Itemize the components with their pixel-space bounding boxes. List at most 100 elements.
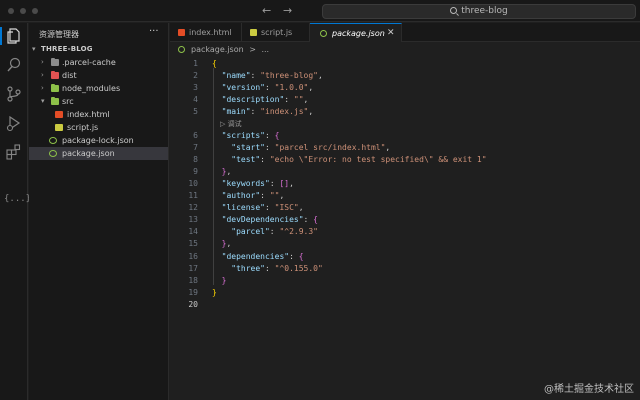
more-actions-icon[interactable]: ··· bbox=[149, 26, 159, 37]
code-token: , bbox=[317, 71, 323, 81]
code-token: } bbox=[212, 287, 217, 297]
code-token: "devDependencies" bbox=[221, 215, 304, 225]
code-line: 13 "devDependencies": { bbox=[170, 214, 640, 226]
code-token: : bbox=[265, 83, 275, 93]
code-line: 16 "dependencies": { bbox=[170, 251, 640, 263]
breadcrumb-separator: > bbox=[249, 45, 256, 54]
folder-icon bbox=[51, 84, 59, 92]
code-line: 20 bbox=[170, 299, 640, 311]
back-arrow-icon[interactable]: ← bbox=[262, 4, 271, 18]
code-token: : bbox=[265, 203, 275, 213]
close-window-dot[interactable] bbox=[8, 8, 14, 14]
code-token: : bbox=[303, 215, 314, 225]
code-token: , bbox=[226, 166, 232, 176]
forward-arrow-icon[interactable]: → bbox=[283, 4, 292, 18]
line-number: 20 bbox=[188, 299, 198, 309]
json-outline-icon[interactable]: {...} bbox=[4, 194, 31, 204]
line-number: 10 bbox=[188, 178, 198, 188]
minimize-window-dot[interactable] bbox=[20, 8, 26, 14]
code-line: 1{ bbox=[170, 58, 640, 70]
breadcrumb-file[interactable]: package.json bbox=[191, 45, 244, 54]
code-token: { bbox=[313, 215, 318, 225]
code-token: "^0.155.0" bbox=[274, 263, 323, 273]
line-number: 7 bbox=[193, 142, 198, 152]
search-view-icon[interactable] bbox=[5, 56, 23, 74]
run-debug-icon[interactable] bbox=[5, 114, 23, 132]
code-token: "parcel src/index.html" bbox=[274, 142, 386, 152]
tree-item[interactable]: ▾ src bbox=[29, 95, 168, 108]
tree-item[interactable]: › dist bbox=[29, 69, 168, 82]
code-token: , bbox=[303, 95, 309, 105]
tree-item[interactable]: script.js bbox=[29, 121, 168, 134]
code-text: "start": "parcel src/index.html", bbox=[212, 142, 390, 154]
code-token: "test" bbox=[231, 154, 261, 164]
line-number: 16 bbox=[188, 251, 198, 261]
code-token: : bbox=[269, 178, 280, 188]
line-number: 15 bbox=[188, 239, 198, 249]
tree-item[interactable]: package.json bbox=[29, 147, 168, 160]
tab-package-json[interactable]: package.json ✕ bbox=[310, 23, 402, 42]
debug-codelens[interactable]: ▷ 调试 bbox=[220, 119, 242, 129]
tree-item[interactable]: › node_modules bbox=[29, 82, 168, 95]
tab-script-js[interactable]: script.js bbox=[242, 23, 310, 42]
folder-icon bbox=[51, 97, 59, 105]
tree-root[interactable]: ▾ THREE-BLOG bbox=[29, 43, 168, 56]
code-token: "dependencies" bbox=[221, 251, 290, 261]
code-token: , bbox=[226, 239, 232, 249]
explorer-icon[interactable] bbox=[0, 27, 23, 45]
file-icon bbox=[55, 111, 63, 118]
maximize-window-dot[interactable] bbox=[32, 8, 38, 14]
explorer-sidebar: 资源管理器 ··· ▾ THREE-BLOG › .parcel-cache › di… bbox=[29, 23, 169, 400]
code-token: : bbox=[250, 107, 261, 117]
code-token: { bbox=[298, 251, 304, 261]
tree-item-label: script.js bbox=[67, 123, 99, 132]
code-token: "license" bbox=[221, 203, 265, 213]
line-number: 13 bbox=[188, 215, 198, 225]
tree-item-label: node_modules bbox=[62, 84, 121, 93]
line-number: 6 bbox=[193, 130, 198, 140]
code-token: "main" bbox=[221, 107, 251, 117]
code-token: "" bbox=[269, 191, 280, 200]
line-number: 18 bbox=[188, 275, 198, 285]
tree-item[interactable]: index.html bbox=[29, 108, 168, 121]
activity-bar: {...} bbox=[0, 23, 31, 400]
command-center-search[interactable]: three-blog bbox=[322, 4, 636, 19]
close-tab-icon[interactable]: ✕ bbox=[387, 24, 395, 43]
code-token: "start" bbox=[231, 142, 265, 152]
folder-icon bbox=[51, 58, 59, 66]
code-line: 2 "name": "three-blog", bbox=[170, 70, 640, 82]
code-line: 11 "author": "", bbox=[170, 190, 640, 202]
code-text: "devDependencies": { bbox=[212, 214, 318, 226]
code-line: 9 }, bbox=[170, 166, 640, 178]
breadcrumb-symbol[interactable]: ... bbox=[261, 45, 269, 54]
tree-item[interactable]: › .parcel-cache bbox=[29, 56, 168, 69]
tree-item[interactable]: package-lock.json bbox=[29, 134, 168, 147]
code-token: : bbox=[265, 130, 275, 140]
code-token: , bbox=[308, 107, 314, 117]
code-line: 17 "three": "^0.155.0" bbox=[170, 263, 640, 275]
line-number: 1 bbox=[193, 59, 198, 68]
code-token: : bbox=[264, 142, 275, 152]
json-file-icon bbox=[178, 46, 185, 53]
extensions-icon[interactable] bbox=[5, 143, 23, 161]
tab-index-html[interactable]: index.html bbox=[170, 23, 242, 42]
code-text: "version": "1.0.0", bbox=[212, 82, 314, 94]
code-line: 5 "main": "index.js", bbox=[170, 106, 640, 118]
chevron-down-icon: ▾ bbox=[41, 97, 45, 105]
line-number: 17 bbox=[188, 263, 198, 273]
code-editor[interactable]: 1{2 "name": "three-blog", 3 "version": "1… bbox=[170, 56, 640, 400]
chevron-right-icon: › bbox=[41, 71, 44, 79]
code-line: 8 "test": "echo \"Error: no test specifi… bbox=[170, 154, 640, 166]
line-number: 9 bbox=[193, 166, 198, 176]
tree-item-label: package.json bbox=[62, 149, 115, 158]
line-number: 11 bbox=[188, 191, 198, 200]
code-token: "three-blog" bbox=[260, 71, 318, 81]
search-text: three-blog bbox=[461, 6, 508, 16]
source-control-icon[interactable] bbox=[5, 85, 23, 103]
